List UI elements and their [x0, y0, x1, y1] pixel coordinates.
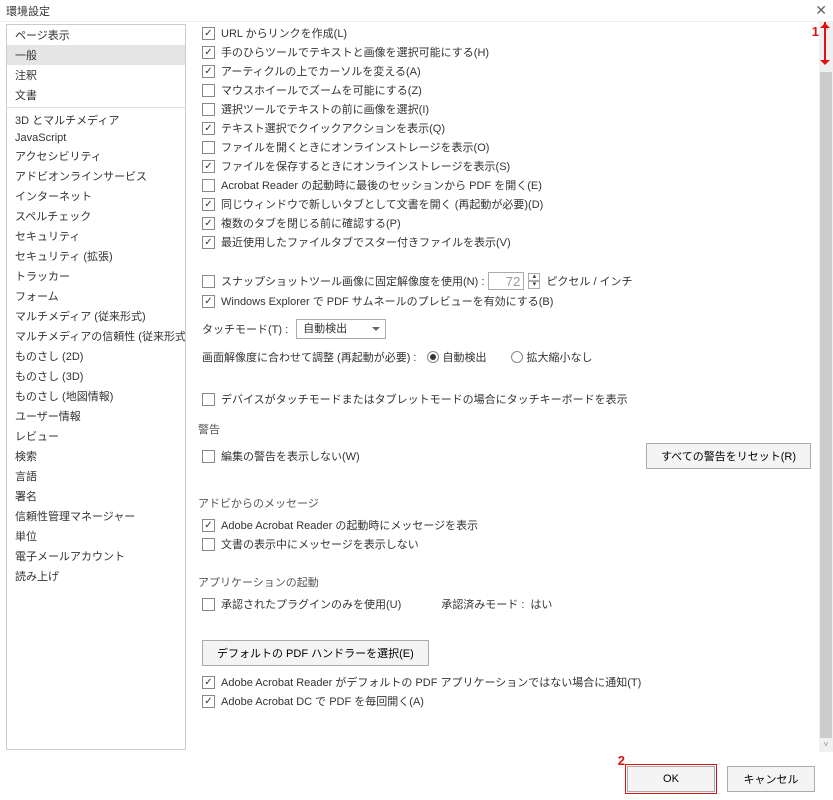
checkbox-certified-plugins[interactable] [202, 598, 215, 611]
opt-label: マウスホイールでズームを可能にする(Z) [221, 82, 422, 98]
opt-label: Adobe Acrobat Reader の起動時にメッセージを表示 [221, 517, 478, 533]
sidebar-item[interactable]: 信頼性管理マネージャー [7, 506, 185, 526]
checkbox-restore-session[interactable] [202, 179, 215, 192]
sidebar-item[interactable]: マルチメディア (従来形式) [7, 306, 185, 326]
checkbox-explorer-thumbs[interactable] [202, 295, 215, 308]
scroll-down-button[interactable]: ˅ [819, 738, 833, 752]
sidebar-item[interactable]: スペルチェック [7, 206, 185, 226]
sidebar-item[interactable]: トラッカー [7, 266, 185, 286]
snapshot-unit: ピクセル / インチ [546, 273, 632, 289]
section-app-start: アプリケーションの起動 [198, 574, 825, 590]
sidebar-item[interactable]: 文書 [7, 85, 185, 105]
sidebar-item[interactable]: 読み上げ [7, 566, 185, 586]
radio-label: 拡大縮小なし [527, 349, 593, 365]
sidebar-item[interactable]: マルチメディアの信頼性 (従来形式) [7, 326, 185, 346]
sidebar-item[interactable]: 注釈 [7, 65, 185, 85]
sidebar-item[interactable]: セキュリティ [7, 226, 185, 246]
opt-label: テキスト選択でクイックアクションを表示(Q) [221, 120, 445, 136]
checkbox-hand-select[interactable] [202, 46, 215, 59]
ok-button[interactable]: OK [627, 766, 715, 792]
section-adobe-messages: アドビからのメッセージ [198, 495, 825, 511]
vertical-scrollbar[interactable]: ˄ ˅ [819, 22, 833, 752]
sidebar-item[interactable]: ものさし (3D) [7, 366, 185, 386]
sidebar-item[interactable]: アドビオンラインサービス [7, 166, 185, 186]
opt-label: URL からリンクを作成(L) [221, 25, 347, 41]
checkbox-quick-actions[interactable] [202, 122, 215, 135]
scrollbar-thumb[interactable] [820, 72, 832, 738]
annotation-2: 2 [618, 753, 625, 768]
opt-label: 承認されたプラグインのみを使用(U) [221, 596, 401, 612]
sidebar-item[interactable]: ものさし (地図情報) [7, 386, 185, 406]
opt-label: 複数のタブを閉じる前に確認する(P) [221, 215, 401, 231]
checkbox-snapshot-dpi[interactable] [202, 275, 215, 288]
opt-label: 手のひらツールでテキストと画像を選択可能にする(H) [221, 44, 489, 60]
sidebar-item[interactable]: 検索 [7, 446, 185, 466]
sidebar-item[interactable]: ユーザー情報 [7, 406, 185, 426]
main-panel: URL からリンクを作成(L) 手のひらツールでテキストと画像を選択可能にする(… [190, 22, 833, 752]
scale-label: 画面解像度に合わせて調整 (再起動が必要) : [202, 349, 417, 365]
checkbox-url-links[interactable] [202, 27, 215, 40]
category-sidebar: ページ表示一般注釈文書 3D とマルチメディアJavaScriptアクセシビリティ… [6, 24, 186, 750]
sidebar-item[interactable]: アクセシビリティ [7, 146, 185, 166]
opt-label: スナップショットツール画像に固定解像度を使用(N) : [221, 273, 484, 289]
checkbox-open-online[interactable] [202, 141, 215, 154]
section-warnings: 警告 [198, 421, 825, 437]
opt-label: 編集の警告を表示しない(W) [221, 448, 360, 464]
checkbox-doc-message[interactable] [202, 538, 215, 551]
sidebar-item[interactable]: レビュー [7, 426, 185, 446]
opt-label: ファイルを開くときにオンラインストレージを表示(O) [221, 139, 489, 155]
certified-mode-label: 承認済みモード : [441, 596, 524, 612]
select-pdf-handler-button[interactable]: デフォルトの PDF ハンドラーを選択(E) [202, 640, 429, 666]
sidebar-item[interactable]: ページ表示 [7, 25, 185, 45]
opt-label: アーティクルの上でカーソルを変える(A) [221, 63, 421, 79]
sidebar-item[interactable]: 署名 [7, 486, 185, 506]
checkbox-save-online[interactable] [202, 160, 215, 173]
reset-warnings-button[interactable]: すべての警告をリセット(R) [646, 443, 811, 469]
checkbox-touch-keyboard[interactable] [202, 393, 215, 406]
opt-label: Adobe Acrobat DC で PDF を毎回開く(A) [221, 693, 424, 709]
sidebar-item[interactable]: JavaScript [7, 130, 185, 146]
sidebar-item[interactable]: ものさし (2D) [7, 346, 185, 366]
radio-label: 自動検出 [443, 349, 487, 365]
checkbox-article-cursor[interactable] [202, 65, 215, 78]
scroll-up-button[interactable]: ˄ [819, 22, 833, 36]
checkbox-select-image-first[interactable] [202, 103, 215, 116]
opt-label: 最近使用したファイルタブでスター付きファイルを表示(V) [221, 234, 511, 250]
checkbox-confirm-close-tabs[interactable] [202, 217, 215, 230]
checkbox-default-pdf-notify[interactable] [202, 676, 215, 689]
opt-label: Acrobat Reader の起動時に最後のセッションから PDF を開く(E… [221, 177, 542, 193]
opt-label: 選択ツールでテキストの前に画像を選択(I) [221, 101, 429, 117]
opt-label: デバイスがタッチモードまたはタブレットモードの場合にタッチキーボードを表示 [221, 391, 628, 407]
touch-mode-select[interactable]: 自動検出 [296, 319, 386, 339]
checkbox-startup-message[interactable] [202, 519, 215, 532]
snapshot-dpi-spinner[interactable]: ▴▾ [528, 273, 540, 289]
checkbox-hide-edit-warnings[interactable] [202, 450, 215, 463]
snapshot-dpi-input[interactable] [488, 272, 524, 290]
sidebar-item[interactable]: 一般 [7, 45, 185, 65]
titlebar: 環境設定 ✕ [0, 0, 833, 22]
radio-scale-none[interactable] [511, 351, 523, 363]
checkbox-starred-files[interactable] [202, 236, 215, 249]
sidebar-item[interactable]: 言語 [7, 466, 185, 486]
sidebar-item[interactable]: フォーム [7, 286, 185, 306]
checkbox-always-open-dc[interactable] [202, 695, 215, 708]
opt-label: 同じウィンドウで新しいタブとして文書を開く (再起動が必要)(D) [221, 196, 543, 212]
radio-scale-auto[interactable] [427, 351, 439, 363]
checkbox-wheel-zoom[interactable] [202, 84, 215, 97]
sidebar-item[interactable]: 3D とマルチメディア [7, 110, 185, 130]
checkbox-open-in-tabs[interactable] [202, 198, 215, 211]
sidebar-item[interactable]: 電子メールアカウント [7, 546, 185, 566]
opt-label: Adobe Acrobat Reader がデフォルトの PDF アプリケーショ… [221, 674, 641, 690]
certified-mode-value: はい [530, 596, 552, 612]
sidebar-item[interactable]: セキュリティ (拡張) [7, 246, 185, 266]
close-icon[interactable]: ✕ [815, 2, 827, 19]
opt-label: ファイルを保存するときにオンラインストレージを表示(S) [221, 158, 510, 174]
sidebar-item[interactable]: インターネット [7, 186, 185, 206]
cancel-button[interactable]: キャンセル [727, 766, 815, 792]
opt-label: Windows Explorer で PDF サムネールのプレビューを有効にする… [221, 293, 553, 309]
window-title: 環境設定 [6, 3, 50, 19]
touch-mode-label: タッチモード(T) : [202, 321, 288, 337]
sidebar-item[interactable]: 単位 [7, 526, 185, 546]
opt-label: 文書の表示中にメッセージを表示しない [221, 536, 419, 552]
